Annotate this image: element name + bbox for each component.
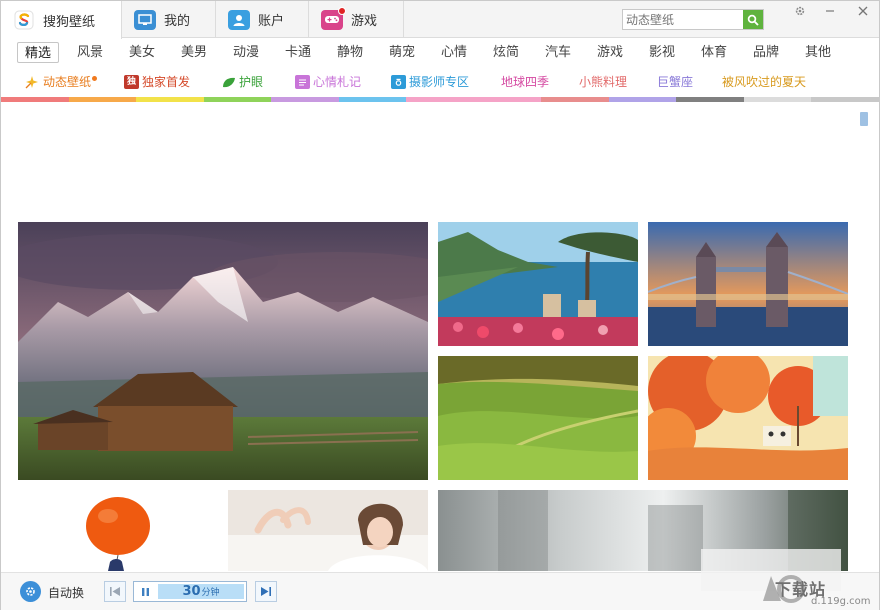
sparkle-icon xyxy=(25,75,40,89)
previous-icon xyxy=(110,587,120,596)
topic-live-wallpaper[interactable]: 动态壁纸 xyxy=(25,72,98,92)
topic-label: 独家首发 xyxy=(142,75,191,89)
scrollbar-thumb[interactable] xyxy=(860,112,868,126)
camera-icon xyxy=(391,75,406,89)
top-tab-bar: 搜狗壁纸 我的 账户 游戏 xyxy=(1,1,879,39)
category-item[interactable]: 美女 xyxy=(127,42,157,63)
new-badge xyxy=(92,75,98,81)
interval-value: 30分钟 xyxy=(158,584,244,599)
wallpaper-thumb-tower-bridge[interactable] xyxy=(648,222,848,346)
topic-exclusive[interactable]: 独 独家首发 xyxy=(124,72,190,92)
settings-button[interactable] xyxy=(788,3,812,19)
tab-games[interactable]: 游戏 xyxy=(309,1,404,38)
topic-label: 动态壁纸 xyxy=(43,75,92,89)
topic-label: 地球四季 xyxy=(501,75,550,89)
category-item[interactable]: 萌宠 xyxy=(387,42,417,63)
topic-bear-cooking[interactable]: 小熊料理 xyxy=(579,72,627,92)
leaf-icon xyxy=(221,75,236,89)
topic-label: 心情札记 xyxy=(313,75,362,89)
topic-label: 被风吹过的夏天 xyxy=(722,75,807,89)
topic-label: 小熊料理 xyxy=(579,75,628,89)
category-item[interactable]: 体育 xyxy=(699,42,729,63)
category-item[interactable]: 静物 xyxy=(335,42,365,63)
tab-wallpaper[interactable]: 搜狗壁纸 xyxy=(1,1,122,39)
wallpaper-thumb-mountain-barn[interactable] xyxy=(18,222,428,480)
sogou-logo-icon xyxy=(13,10,35,30)
user-icon xyxy=(228,9,250,30)
topic-photographer[interactable]: 摄影师专区 xyxy=(391,72,469,92)
interval-selector[interactable]: 30分钟 xyxy=(133,581,247,602)
category-item[interactable]: 动漫 xyxy=(231,42,261,63)
tab-label: 游戏 xyxy=(351,14,378,29)
category-item[interactable]: 其他 xyxy=(803,42,833,63)
category-item[interactable]: 游戏 xyxy=(595,42,625,63)
search-input[interactable] xyxy=(623,10,743,29)
app-window: 搜狗壁纸 我的 账户 游戏 动态壁纸 精选 风景 美女 美男 动漫 卡通 静物 … xyxy=(0,0,880,610)
notebook-icon xyxy=(295,75,310,89)
watermark-sub: d.119g.com xyxy=(811,596,871,607)
wallpaper-thumb-amalfi-coast[interactable] xyxy=(438,222,638,346)
minimize-button[interactable] xyxy=(818,3,842,19)
topic-label: 巨蟹座 xyxy=(657,75,694,89)
interval-number: 30 xyxy=(182,584,201,599)
topic-summer-breeze[interactable]: 被风吹过的夏天 xyxy=(722,72,806,92)
search-box xyxy=(622,9,764,30)
next-button[interactable] xyxy=(255,581,277,602)
minimize-icon xyxy=(826,10,834,12)
monitor-icon xyxy=(134,9,156,30)
topic-eye-care[interactable]: 护眼 xyxy=(221,72,263,92)
previous-button[interactable] xyxy=(104,581,126,602)
interval-unit: 分钟 xyxy=(201,588,220,598)
tab-label: 搜狗壁纸 xyxy=(43,14,96,30)
category-item[interactable]: 品牌 xyxy=(751,42,781,63)
exclusive-icon: 独 xyxy=(124,75,139,89)
category-item[interactable]: 卡通 xyxy=(283,42,313,63)
topic-label: 护眼 xyxy=(239,75,264,89)
topic-mood-notes[interactable]: 心情札记 xyxy=(295,72,361,92)
search-button[interactable] xyxy=(743,10,763,29)
close-icon xyxy=(858,6,868,16)
category-item[interactable]: 心情 xyxy=(439,42,469,63)
tab-label: 我的 xyxy=(164,14,191,29)
category-item[interactable]: 影视 xyxy=(647,42,677,63)
category-item-featured[interactable]: 精选 xyxy=(17,42,59,63)
close-button[interactable] xyxy=(851,3,875,19)
category-item[interactable]: 汽车 xyxy=(543,42,573,63)
gamepad-icon xyxy=(321,6,346,30)
vertical-scrollbar[interactable] xyxy=(859,110,869,565)
category-item[interactable]: 美男 xyxy=(179,42,209,63)
wallpaper-thumb-balloon[interactable] xyxy=(18,490,218,571)
category-nav: 精选 风景 美女 美男 动漫 卡通 静物 萌宠 心情 炫简 汽车 游戏 影视 体… xyxy=(1,41,879,65)
category-item[interactable]: 炫简 xyxy=(491,42,521,63)
tab-label: 账户 xyxy=(258,14,285,29)
notification-dot xyxy=(338,6,346,15)
pause-icon[interactable] xyxy=(134,582,156,601)
auto-change-icon[interactable] xyxy=(20,581,41,602)
wallpaper-grid xyxy=(1,102,879,571)
topic-earth-seasons[interactable]: 地球四季 xyxy=(501,72,549,92)
next-icon xyxy=(261,587,271,596)
auto-change-label: 自动换 xyxy=(48,586,85,600)
settings-icon xyxy=(795,6,805,16)
tab-mine[interactable]: 我的 xyxy=(122,1,216,38)
tab-account[interactable]: 账户 xyxy=(216,1,309,38)
wallpaper-thumb-autumn-anime[interactable] xyxy=(648,356,848,480)
search-icon xyxy=(747,14,759,26)
category-item[interactable]: 风景 xyxy=(75,42,105,63)
wallpaper-thumb-green-hills[interactable] xyxy=(438,356,638,480)
topic-nav: 动态壁纸 独 独家首发 护眼 心情札记 摄影师专区 地球四季 小熊料理 巨蟹座 … xyxy=(1,70,879,94)
wallpaper-thumb-lying-woman[interactable] xyxy=(228,490,428,571)
topic-label: 摄影师专区 xyxy=(409,75,470,89)
topic-cancer-zodiac[interactable]: 巨蟹座 xyxy=(657,72,693,92)
